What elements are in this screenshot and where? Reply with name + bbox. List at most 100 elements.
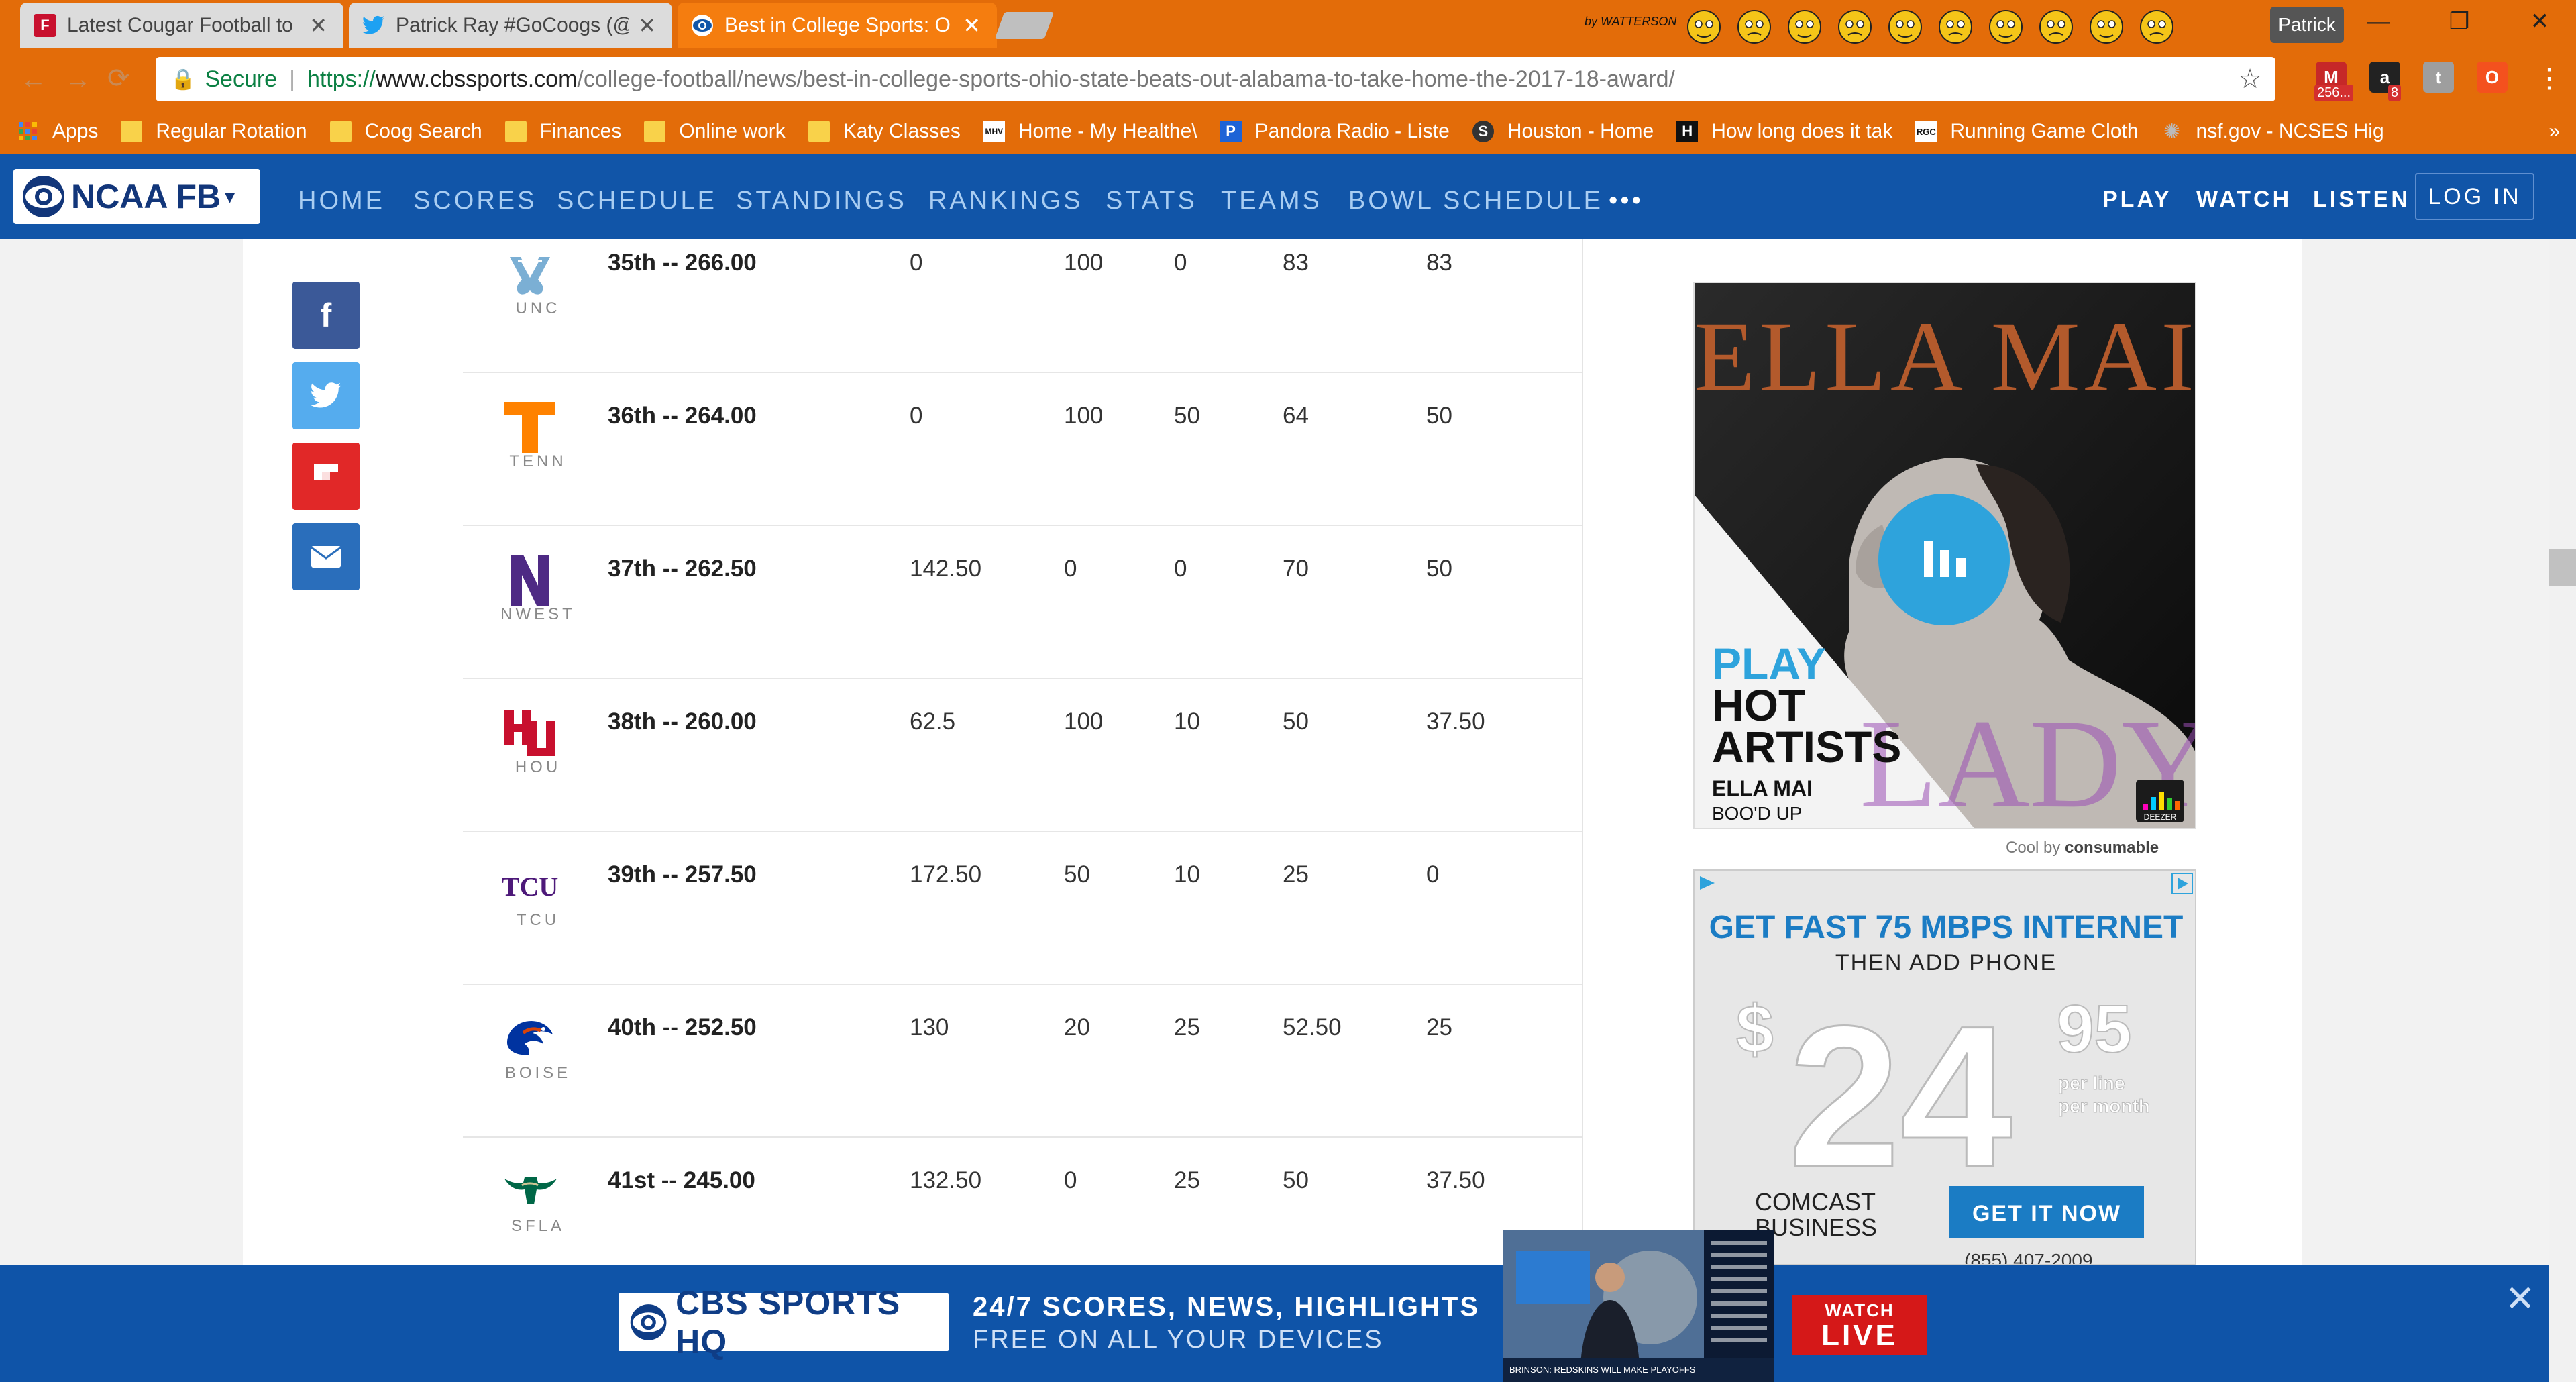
- nav-listen[interactable]: LISTEN: [2313, 187, 2410, 213]
- ad-caption[interactable]: Cool by consumable: [2006, 839, 2159, 857]
- nav-stats[interactable]: STATS: [1106, 187, 1197, 215]
- usf-bull-logo-icon: [490, 1162, 570, 1222]
- browser-tab[interactable]: F Latest Cougar Football to ✕: [20, 3, 343, 48]
- profile-button[interactable]: Patrick: [2270, 7, 2344, 43]
- secure-label: Secure: [205, 66, 278, 92]
- twitter-icon: [310, 382, 341, 408]
- tab-title: Best in College Sports: O: [724, 14, 951, 36]
- bookmark-folder[interactable]: Regular Rotation: [121, 120, 307, 143]
- nav-scores[interactable]: SCORES: [413, 187, 537, 215]
- table-cell: 0: [910, 403, 923, 429]
- ncaa-fb-logo[interactable]: NCAA FB ▾: [13, 169, 260, 224]
- comcast-ad[interactable]: GET FAST 75 MBPS INTERNET THEN ADD PHONE…: [1693, 869, 2196, 1265]
- nav-schedule[interactable]: SCHEDULE: [557, 187, 717, 215]
- flipboard-share-button[interactable]: [292, 443, 360, 510]
- nav-rankings[interactable]: RANKINGS: [928, 187, 1083, 215]
- forward-arrow-icon[interactable]: →: [64, 64, 91, 95]
- table-row: HOU 38th -- 260.00 62.5 100 10 50 37.50: [463, 679, 1582, 832]
- twitter-share-button[interactable]: [292, 362, 360, 429]
- nav-more-button[interactable]: •••: [1609, 187, 1644, 215]
- cbs-sports-hq-banner[interactable]: [0, 1265, 2549, 1382]
- table-cell: 142.50: [910, 555, 982, 582]
- folder-icon: [504, 121, 527, 142]
- bookmark-link[interactable]: RGC Running Game Cloth: [1915, 120, 2139, 143]
- ella-mai-ad-art: ELLA MAI LADY PLAY HOT ARTISTS ELLA MAI …: [1695, 283, 2195, 828]
- browser-tab-active[interactable]: Best in College Sports: O ✕: [678, 3, 997, 48]
- table-cell: 0: [1064, 1167, 1077, 1193]
- folder-icon: [121, 121, 143, 142]
- ad-caption-prefix: Cool by: [2006, 839, 2061, 857]
- table-cell: 52.50: [1283, 1014, 1342, 1041]
- restore-button[interactable]: ❐: [2419, 0, 2500, 43]
- comcast-ad-art: GET FAST 75 MBPS INTERNET THEN ADD PHONE…: [1695, 871, 2195, 1264]
- login-button[interactable]: LOG IN: [2415, 173, 2534, 220]
- bookmark-folder[interactable]: Online work: [644, 120, 786, 143]
- close-window-button[interactable]: ✕: [2500, 0, 2576, 43]
- nav-watch[interactable]: WATCH: [2196, 187, 2292, 213]
- tab-close-icon[interactable]: ✕: [638, 13, 656, 38]
- bookmark-label: Online work: [679, 120, 786, 142]
- url-path: /college-football/news/best-in-college-s…: [577, 66, 1676, 92]
- bookmarks-overflow-button[interactable]: »: [2548, 120, 2560, 143]
- cbs-sports-hq-logo[interactable]: CBS SPORTS HQ: [619, 1284, 949, 1361]
- address-bar[interactable]: 🔒 Secure | https:// www.cbssports.com /c…: [156, 57, 2275, 101]
- nav-teams[interactable]: TEAMS: [1221, 187, 1322, 215]
- back-arrow-icon[interactable]: ←: [20, 64, 47, 95]
- reload-icon[interactable]: ⟳: [107, 63, 130, 94]
- minimize-button[interactable]: —: [2339, 0, 2419, 43]
- tab-title: Patrick Ray #GoCoogs (@: [396, 14, 629, 36]
- ad-dollar: $: [1736, 992, 1774, 1067]
- ad-artist-name: ELLA MAI: [1712, 776, 1813, 800]
- bookmark-star-icon[interactable]: ☆: [2238, 64, 2262, 95]
- nsf-icon: ✺: [2163, 120, 2181, 143]
- facebook-share-button[interactable]: f: [292, 282, 360, 349]
- music-ad[interactable]: ELLA MAI LADY PLAY HOT ARTISTS ELLA MAI …: [1693, 282, 2196, 829]
- close-icon: ✕: [2530, 9, 2550, 34]
- bookmark-link[interactable]: MHV Home - My Healthe\: [983, 120, 1197, 143]
- table-row: UNC 35th -- 266.00 0 100 0 83 83: [463, 220, 1582, 373]
- table-cell: 130: [910, 1014, 949, 1041]
- ad-cta-button: GET IT NOW: [1972, 1201, 2121, 1226]
- new-tab-button[interactable]: [994, 12, 1055, 39]
- video-ticker: BRINSON: REDSKINS WILL MAKE PLAYOFFS: [1509, 1365, 1696, 1375]
- tennessee-logo-icon: [490, 397, 570, 458]
- nav-standings[interactable]: STANDINGS: [736, 187, 907, 215]
- folder-icon: [329, 121, 352, 142]
- bookmark-apps[interactable]: Apps: [17, 120, 98, 143]
- live-video-thumbnail[interactable]: BRINSON: REDSKINS WILL MAKE PLAYOFFS: [1503, 1230, 1774, 1382]
- bookmark-folder[interactable]: Katy Classes: [808, 120, 961, 143]
- tab-close-icon[interactable]: ✕: [309, 13, 327, 38]
- chrome-menu-icon[interactable]: ⋮: [2536, 63, 2563, 94]
- bookmark-folder[interactable]: Coog Search: [329, 120, 482, 143]
- watch-live-button[interactable]: WATCH LIVE: [1792, 1295, 1927, 1355]
- bookmark-link[interactable]: H How long does it tak: [1676, 120, 1892, 143]
- bookmark-link[interactable]: ✺ nsf.gov - NCSES Hig: [2161, 120, 2384, 143]
- table-cell: 25: [1174, 1167, 1200, 1193]
- bookmark-folder[interactable]: Finances: [504, 120, 621, 143]
- nav-home[interactable]: HOME: [298, 187, 385, 215]
- page-scrollbar[interactable]: [2549, 239, 2576, 1382]
- team-abbr: SFLA: [511, 1217, 566, 1235]
- bookmark-link[interactable]: S Houston - Home: [1472, 120, 1654, 143]
- table-cell: 100: [1064, 403, 1104, 429]
- address-separator: |: [289, 66, 295, 92]
- close-banner-icon[interactable]: ✕: [2505, 1277, 2535, 1320]
- nav-bowl-schedule[interactable]: BOWL SCHEDULE: [1348, 187, 1603, 215]
- office-extension-icon[interactable]: O: [2477, 62, 2508, 93]
- twitter-extension-icon[interactable]: t: [2423, 62, 2454, 93]
- tab-close-icon[interactable]: ✕: [963, 13, 981, 38]
- ad-headline: GET FAST 75 MBPS INTERNET: [1709, 910, 2184, 945]
- banner-subline: FREE ON ALL YOUR DEVICES: [973, 1326, 1384, 1354]
- calvin-theme-art: by WATTERSON: [1585, 10, 2174, 44]
- table-cell: 172.50: [910, 861, 982, 888]
- bookmark-label: nsf.gov - NCSES Hig: [2196, 120, 2384, 142]
- email-share-button[interactable]: [292, 523, 360, 590]
- bookmark-link[interactable]: P Pandora Radio - Liste: [1220, 120, 1450, 143]
- scrollbar-thumb[interactable]: [2549, 549, 2576, 586]
- table-cell: 37.50: [1426, 708, 1485, 735]
- flipboard-icon: [314, 464, 338, 480]
- nav-play[interactable]: PLAY: [2102, 187, 2172, 213]
- table-cell: 10: [1174, 708, 1200, 735]
- browser-tab[interactable]: Patrick Ray #GoCoogs (@ ✕: [349, 3, 672, 48]
- table-cell: 20: [1064, 1014, 1090, 1041]
